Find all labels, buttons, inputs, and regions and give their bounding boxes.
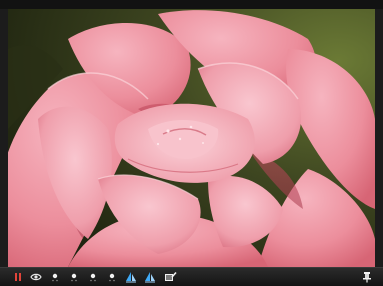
top-bar: [0, 0, 383, 9]
image-pen-icon: [164, 271, 177, 281]
pause-button[interactable]: [11, 270, 25, 284]
dot-icon: [52, 273, 58, 282]
pin-button[interactable]: [360, 270, 374, 284]
point-tool-4[interactable]: [105, 270, 119, 284]
point-tool-3[interactable]: [86, 270, 100, 284]
sail-icon: [126, 272, 136, 283]
point-tool-1[interactable]: [48, 270, 62, 284]
sail-icon: [145, 272, 155, 283]
dot-icon: [90, 273, 96, 282]
sail-tool-1[interactable]: [124, 270, 138, 284]
point-tool-2[interactable]: [67, 270, 81, 284]
pause-icon: [15, 273, 21, 281]
photo-viewport[interactable]: [8, 9, 375, 267]
dot-icon: [109, 273, 115, 282]
image-edit-button[interactable]: [163, 270, 177, 284]
sail-tool-2[interactable]: [143, 270, 157, 284]
rose-photo: [8, 9, 375, 267]
view-button[interactable]: [29, 270, 43, 284]
photo-viewer-window: [0, 0, 383, 286]
pin-icon: [363, 272, 371, 283]
eye-icon: [30, 273, 42, 281]
viewer-toolbar: [0, 267, 383, 286]
dot-icon: [71, 273, 77, 282]
